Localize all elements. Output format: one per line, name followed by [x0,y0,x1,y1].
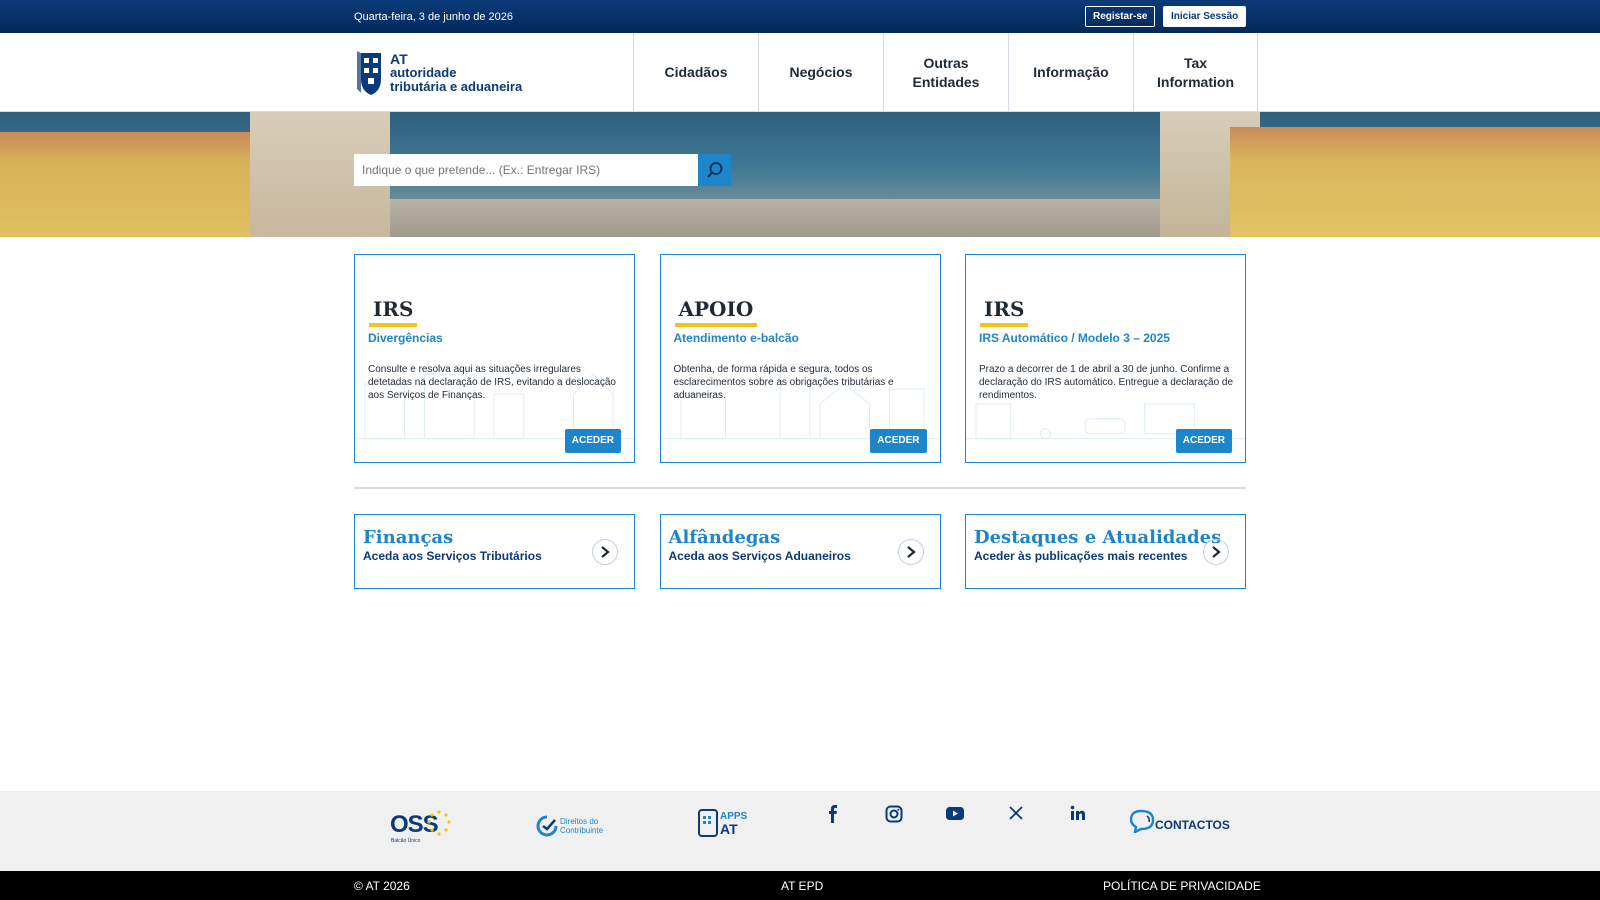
card-description: Obtenha, de forma rápida e segura, todos… [673,364,894,401]
nav-item-tax-information[interactable]: Tax Information [1133,33,1258,112]
card-subtitle[interactable]: Divergências [368,331,443,345]
linkedin-icon[interactable] [1070,805,1086,826]
featured-cards: IRS Divergências Consulte e resolva aqui… [354,254,1246,463]
rights-line-1: Direitos do [560,817,599,826]
bottom-bar: © AT 2026 AT EPD POLÍTICA DE PRIVACIDADE [0,871,1600,900]
card-subtitle[interactable]: IRS Automático / Modelo 3 – 2025 [979,331,1170,345]
chevron-right-icon[interactable] [1203,539,1229,565]
chevron-right-icon[interactable] [592,539,618,565]
link-title: Finanças [363,527,454,548]
apps-line-2: AT [720,821,738,837]
link-subtitle: Aceda aos Serviços Tributários [363,549,542,563]
access-button[interactable]: ACEDER [1175,429,1232,453]
oss-sublabel: Balcão Único [391,838,421,844]
access-button[interactable]: ACEDER [870,429,927,453]
card-title: IRS [980,297,1029,327]
card-title: IRS [369,297,418,327]
at-emblem-icon [357,51,381,95]
mobile-app-icon [698,809,718,837]
nav-item-outras-entidades[interactable]: Outras Entidades [883,33,1008,112]
facebook-icon[interactable] [826,805,840,828]
instagram-icon[interactable] [885,805,903,828]
nav-item-informacao[interactable]: Informação [1008,33,1133,112]
card-irs-automatico: IRS IRS Automático / Modelo 3 – 2025 Pra… [965,254,1246,463]
link-subtitle: Aceder às publicações mais recentes [974,549,1188,563]
taxpayer-rights-icon [536,815,558,837]
quick-links: Finanças Aceda aos Serviços Tributários … [354,514,1246,589]
contacts-label: CONTACTOS [1155,818,1230,832]
nav-item-negocios[interactable]: Negócios [758,33,883,112]
card-irs-divergencias: IRS Divergências Consulte e resolva aqui… [354,254,635,463]
card-description: Consulte e resolva aqui as situações irr… [368,364,616,401]
privacy-policy-link[interactable]: POLÍTICA DE PRIVACIDADE [1103,879,1261,893]
login-button[interactable]: Iniciar Sessão [1163,6,1247,27]
footer: OSS Balcão Único Direitos do Contribuint… [0,791,1600,871]
youtube-icon[interactable] [946,807,964,825]
logo-at-text: AT [390,51,408,67]
nav-item-cidadaos[interactable]: Cidadãos [633,33,758,112]
current-date: Quarta-feira, 3 de junho de 2026 [354,11,514,23]
card-description: Prazo a decorrer de 1 de abril a 30 de j… [979,364,1234,401]
link-title: Destaques e Atualidades [974,527,1222,548]
contacts-link[interactable]: CONTACTOS [1129,809,1230,833]
access-button[interactable]: ACEDER [564,429,621,453]
link-subtitle: Aceda aos Serviços Aduaneiros [668,549,851,563]
link-alfandegas[interactable]: Alfândegas Aceda aos Serviços Aduaneiros [659,514,941,589]
link-title: Alfândegas [668,527,781,548]
search-button[interactable] [698,154,731,186]
hero-banner [0,112,1600,237]
apps-at-logo[interactable]: APPS AT [698,809,747,837]
search-icon [706,162,722,178]
link-destaques[interactable]: Destaques e Atualidades Aceder às public… [965,514,1246,589]
card-apoio: APOIO Atendimento e-balcão Obtenha, de f… [659,254,941,463]
logo-line-2: tributária e aduaneira [390,79,523,94]
copyright-text: © AT 2026 [354,879,410,893]
chevron-right-icon[interactable] [897,539,924,565]
card-subtitle[interactable]: Atendimento e-balcão [674,331,799,345]
section-divider [354,487,1246,489]
oss-logo[interactable]: OSS Balcão Único [388,809,451,845]
card-title: APOIO [674,297,758,327]
chat-bubble-icon [1129,809,1155,833]
rights-line-2: Contribuinte [560,826,604,835]
register-button[interactable]: Registar-se [1085,6,1156,27]
search-input[interactable] [354,154,698,186]
logo-line-1: autoridade [390,65,457,80]
link-financas[interactable]: Finanças Aceda aos Serviços Tributários [354,514,635,589]
taxpayer-rights-logo[interactable]: Direitos do Contribuinte [536,815,603,837]
hero-building-right [1230,127,1600,237]
at-logo[interactable]: AT autoridade tributária e aduaneira [355,49,522,97]
main-nav: Cidadãos Negócios Outras Entidades Infor… [633,33,1258,112]
x-icon[interactable] [1009,806,1023,825]
at-epd-link[interactable]: AT EPD [781,879,823,893]
header: AT autoridade tributária e aduaneira Cid… [0,33,1600,112]
hero-square [390,199,1160,237]
eu-stars-icon [427,810,451,836]
top-bar: Quarta-feira, 3 de junho de 2026 Regista… [0,0,1600,33]
search-bar [354,154,731,186]
